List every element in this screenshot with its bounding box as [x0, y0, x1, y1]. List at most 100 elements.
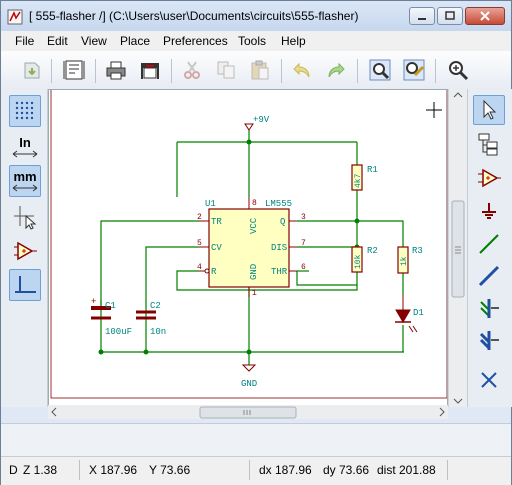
no-connect-button[interactable] — [473, 365, 505, 395]
find-replace-icon — [403, 59, 425, 81]
page-settings-button[interactable] — [61, 57, 87, 83]
scroll-left-icon — [51, 407, 57, 417]
undo-button[interactable] — [289, 57, 315, 83]
find-replace-button[interactable] — [401, 57, 427, 83]
c1-ref: C1 — [105, 301, 116, 311]
vertical-scrollbar[interactable] — [448, 89, 467, 407]
pin-num-cv: 5 — [197, 239, 202, 248]
vcc-label: +9V — [253, 115, 270, 125]
u1-value: LM555 — [265, 199, 292, 209]
r3-resistor: 1k R3 — [397, 246, 423, 274]
find-button[interactable] — [367, 57, 393, 83]
arrow-both-icon — [12, 184, 38, 192]
r2-ref: R2 — [367, 246, 378, 256]
status-y: Y 73.66 — [149, 463, 191, 477]
copy-button[interactable] — [213, 57, 239, 83]
c1-value: 100uF — [105, 327, 132, 337]
paste-icon — [251, 60, 269, 80]
scroll-right-icon — [439, 407, 445, 417]
zoom-icon — [449, 61, 469, 81]
select-tool-button[interactable] — [473, 95, 505, 125]
menu-view[interactable]: View — [81, 34, 107, 48]
menu-preferences[interactable]: Preferences — [163, 34, 228, 48]
scroll-up-icon — [453, 92, 463, 98]
copy-icon — [217, 61, 235, 79]
c2-capacitor: C2 10n — [136, 301, 166, 337]
paste-button[interactable] — [247, 57, 273, 83]
status-dy: dy 73.66 — [323, 463, 370, 477]
c2-ref: C2 — [150, 301, 161, 311]
units-mm-button[interactable]: mm — [9, 165, 41, 197]
undo-icon — [293, 62, 310, 78]
hscroll-drawing — [51, 406, 445, 419]
zoom-button[interactable] — [445, 57, 471, 83]
vscroll-thumb — [451, 200, 465, 298]
horizontal-scrollbar[interactable] — [48, 405, 448, 419]
eeschema-app-icon — [7, 9, 23, 25]
main-toolbar — [1, 51, 511, 90]
status-dx: dx 187.96 — [259, 463, 312, 477]
wire-to-bus-entry-button[interactable] — [473, 293, 505, 323]
maximize-button[interactable] — [437, 7, 463, 25]
redo-button[interactable] — [323, 57, 349, 83]
new-sheet-button[interactable] — [19, 57, 45, 83]
status-zoom: Z 1.38 — [23, 463, 58, 477]
vscroll-drawing — [451, 92, 465, 404]
add-wire-button[interactable] — [473, 229, 505, 259]
hscroll-thumb — [199, 406, 297, 419]
add-component-button[interactable] — [473, 163, 505, 193]
menu-edit[interactable]: Edit — [47, 34, 68, 48]
toggle-grid-button[interactable] — [9, 95, 41, 127]
redo-icon — [328, 62, 345, 78]
units-inches-button[interactable]: In — [9, 131, 41, 163]
d1-ref: D1 — [413, 308, 424, 318]
units-mm-label: mm — [13, 169, 37, 184]
print-button[interactable] — [103, 57, 129, 83]
c1-polarity: + — [91, 297, 96, 307]
grid-icon — [15, 101, 34, 120]
pin-name-r: R — [211, 267, 217, 277]
menu-tools[interactable]: Tools — [238, 34, 266, 48]
hierarchy-navigator-button[interactable] — [473, 129, 505, 159]
hierarchy-icon — [478, 133, 498, 156]
c2-value: 10n — [150, 327, 166, 337]
scroll-down-icon — [453, 398, 463, 404]
menu-file[interactable]: File — [15, 34, 34, 48]
pin-num-q: 3 — [301, 213, 306, 222]
r1-resistor: 4k7 R1 — [351, 164, 378, 191]
menu-bar: File Edit View Place Preferences Tools H… — [1, 31, 511, 51]
bus-to-bus-entry-icon — [479, 331, 499, 350]
vcc-symbol: +9V — [244, 115, 270, 131]
r1-value: 4k7 — [354, 173, 363, 188]
pin-num-tr: 2 — [197, 213, 202, 222]
menu-place[interactable]: Place — [120, 34, 150, 48]
bus-to-bus-entry-button[interactable] — [473, 325, 505, 355]
pin-name-cv: CV — [211, 243, 222, 253]
title-bar: [ 555-flasher /] (C:\Users\user\Document… — [1, 1, 511, 31]
cursor-shape-button[interactable] — [9, 201, 41, 233]
gnd-symbol: GND — [241, 364, 257, 389]
add-bus-button[interactable] — [473, 261, 505, 291]
add-power-button[interactable] — [473, 197, 505, 227]
r3-value: 1k — [400, 256, 409, 266]
add-component-icon — [478, 168, 501, 188]
wire-angle-button[interactable] — [9, 269, 41, 301]
pin-num-r: 4 — [197, 263, 202, 272]
status-x: X 187.96 — [89, 463, 138, 477]
plot-button[interactable] — [137, 57, 163, 83]
hidden-pins-button[interactable] — [9, 235, 41, 267]
close-button[interactable] — [465, 7, 505, 25]
schematic-canvas[interactable]: +9V GND U1 LM555 2 5 4 3 7 6 8 1 TR CV R… — [48, 89, 448, 407]
select-arrow-icon — [483, 99, 497, 120]
menu-help[interactable]: Help — [281, 34, 306, 48]
cut-button[interactable] — [179, 57, 205, 83]
pin-num-vcc: 8 — [252, 199, 257, 208]
pin-name-q: Q — [280, 217, 285, 227]
find-icon — [369, 59, 391, 81]
cut-icon — [184, 61, 200, 79]
minimize-button[interactable] — [409, 7, 435, 25]
r2-resistor: 10k R2 — [351, 246, 378, 273]
add-power-icon — [482, 203, 496, 219]
right-toolbar — [467, 89, 512, 407]
status-bar: D Z 1.38 X 187.96 Y 73.66 dx 187.96 dy 7… — [1, 456, 511, 485]
